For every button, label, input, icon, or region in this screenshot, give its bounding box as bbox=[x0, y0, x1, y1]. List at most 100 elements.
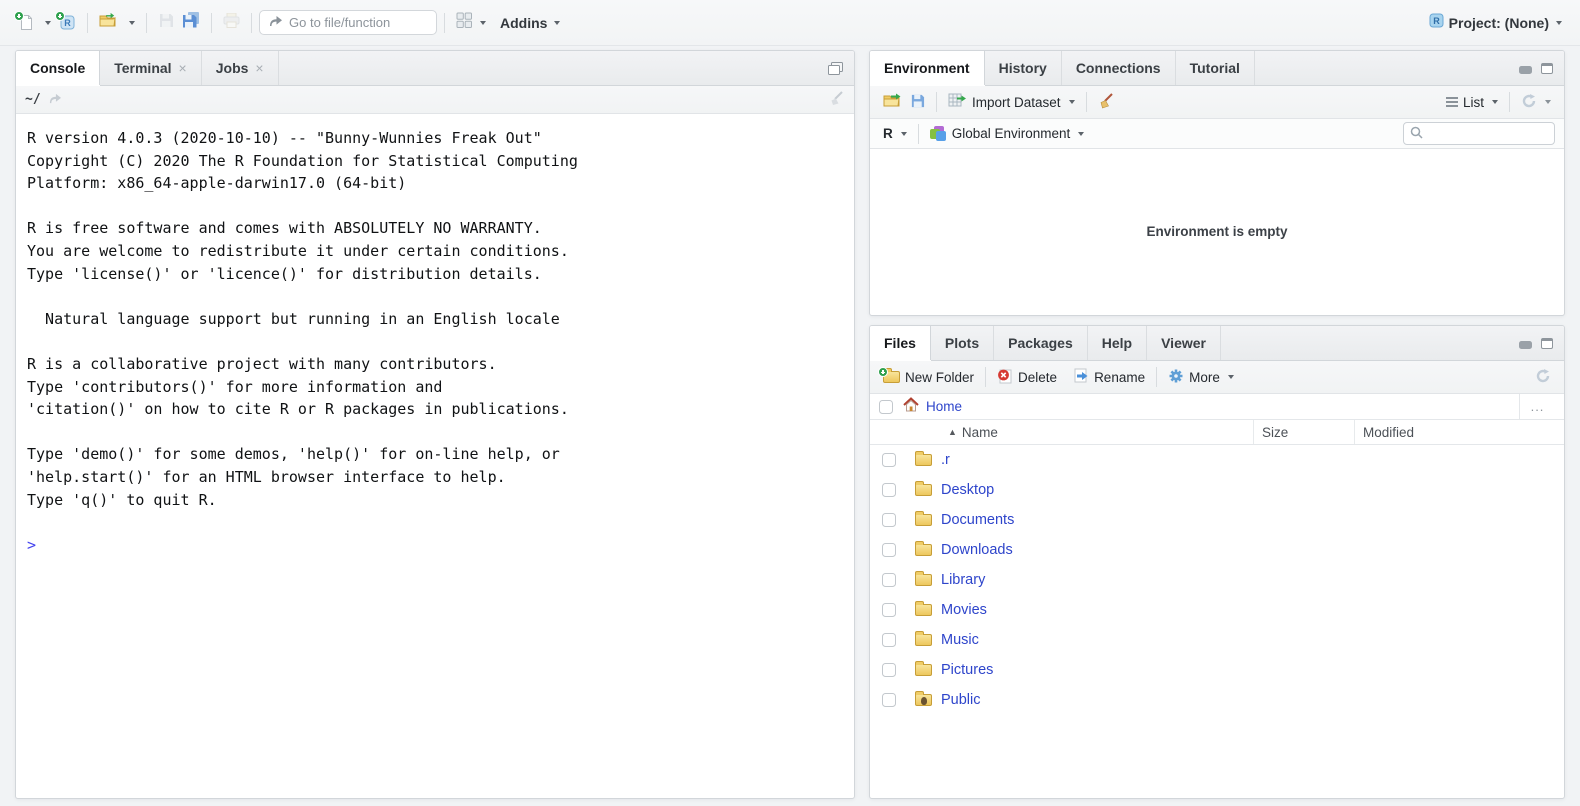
home-breadcrumb-link[interactable]: Home bbox=[926, 399, 962, 414]
delete-icon bbox=[997, 368, 1013, 387]
file-name-link[interactable]: Documents bbox=[941, 512, 1014, 528]
file-name-link[interactable]: Music bbox=[941, 632, 979, 648]
minimize-pane-icon[interactable] bbox=[1519, 66, 1532, 74]
select-all-checkbox[interactable] bbox=[879, 400, 893, 414]
row-checkbox[interactable] bbox=[882, 513, 896, 527]
project-label: Project: (None) bbox=[1449, 15, 1549, 31]
load-workspace-button[interactable] bbox=[879, 91, 906, 113]
tab-label: Plots bbox=[945, 335, 979, 351]
new-folder-button[interactable]: New Folder bbox=[879, 368, 978, 387]
project-menu-button[interactable]: R Project: (None) bbox=[1424, 8, 1566, 38]
tab-tutorial[interactable]: Tutorial bbox=[1176, 51, 1255, 85]
file-name-link[interactable]: Public bbox=[941, 692, 981, 708]
print-button[interactable] bbox=[219, 9, 244, 37]
list-view-button[interactable]: List bbox=[1442, 93, 1502, 112]
file-row: Desktop bbox=[870, 475, 1564, 505]
console-line: You are welcome to redistribute it under… bbox=[27, 240, 843, 263]
console-line: Type 'contributors()' for more informati… bbox=[27, 376, 843, 399]
search-icon bbox=[1410, 126, 1423, 142]
file-name-link[interactable]: Movies bbox=[941, 602, 987, 618]
row-checkbox[interactable] bbox=[882, 603, 896, 617]
tab-label: Environment bbox=[884, 60, 970, 76]
maximize-pane-icon[interactable] bbox=[1541, 63, 1553, 74]
language-label: R bbox=[883, 126, 893, 141]
rename-icon bbox=[1073, 368, 1089, 386]
set-directory-ellipsis-button[interactable]: ... bbox=[1519, 394, 1555, 419]
new-file-caret-button[interactable] bbox=[38, 17, 55, 29]
refresh-icon bbox=[1521, 93, 1537, 112]
tab-terminal[interactable]: Terminal × bbox=[100, 51, 202, 85]
tab-label: Files bbox=[884, 335, 916, 351]
refresh-files-button[interactable] bbox=[1531, 366, 1555, 389]
new-file-button[interactable] bbox=[14, 10, 38, 35]
tab-help[interactable]: Help bbox=[1088, 326, 1147, 360]
tab-connections[interactable]: Connections bbox=[1062, 51, 1176, 85]
row-checkbox[interactable] bbox=[882, 573, 896, 587]
environment-stack-icon bbox=[930, 126, 947, 141]
import-dataset-button[interactable]: Import Dataset bbox=[944, 91, 1079, 113]
tab-plots[interactable]: Plots bbox=[931, 326, 994, 360]
goto-directory-icon[interactable] bbox=[48, 92, 62, 107]
environment-search-input[interactable] bbox=[1428, 126, 1548, 141]
file-name-link[interactable]: Desktop bbox=[941, 482, 994, 498]
language-dropdown[interactable]: R bbox=[879, 124, 911, 143]
tab-viewer[interactable]: Viewer bbox=[1147, 326, 1221, 360]
files-pane: Files Plots Packages Help Viewer New Fol… bbox=[869, 325, 1565, 799]
row-checkbox[interactable] bbox=[882, 543, 896, 557]
minimize-pane-icon[interactable] bbox=[1519, 341, 1532, 349]
file-name-link[interactable]: Library bbox=[941, 572, 985, 588]
files-tabstrip: Files Plots Packages Help Viewer bbox=[870, 326, 1564, 361]
row-checkbox[interactable] bbox=[882, 633, 896, 647]
save-workspace-button[interactable] bbox=[906, 91, 929, 113]
new-project-button[interactable]: R bbox=[55, 10, 80, 35]
size-column-header[interactable]: Size bbox=[1253, 420, 1354, 444]
refresh-environment-button[interactable] bbox=[1517, 91, 1555, 114]
chevron-down-icon bbox=[1069, 100, 1075, 104]
more-button[interactable]: More bbox=[1164, 366, 1238, 389]
file-name-link[interactable]: Pictures bbox=[941, 662, 993, 678]
pane-layout-button[interactable] bbox=[452, 8, 490, 38]
folder-icon bbox=[915, 514, 932, 526]
folder-icon bbox=[915, 694, 932, 706]
tab-jobs[interactable]: Jobs × bbox=[202, 51, 279, 85]
open-file-button[interactable] bbox=[95, 9, 122, 37]
modified-column-header[interactable]: Modified bbox=[1354, 420, 1564, 444]
row-checkbox[interactable] bbox=[882, 453, 896, 467]
tab-files[interactable]: Files bbox=[870, 326, 931, 360]
save-all-button[interactable] bbox=[178, 8, 204, 37]
save-button[interactable] bbox=[154, 8, 178, 37]
delete-button[interactable]: Delete bbox=[993, 366, 1061, 389]
toolbar-separator bbox=[251, 13, 252, 33]
console-prompt: > bbox=[27, 534, 843, 557]
console-output[interactable]: R version 4.0.3 (2020-10-10) -- "Bunny-W… bbox=[16, 114, 854, 797]
tab-console[interactable]: Console bbox=[16, 51, 100, 85]
environment-search-box[interactable] bbox=[1403, 122, 1555, 145]
addins-button[interactable]: Addins bbox=[496, 11, 564, 35]
global-environment-dropdown[interactable]: Global Environment bbox=[926, 124, 1089, 143]
rename-button[interactable]: Rename bbox=[1069, 366, 1149, 388]
maximize-pane-icon[interactable] bbox=[1541, 338, 1553, 349]
delete-label: Delete bbox=[1018, 370, 1057, 385]
tab-history[interactable]: History bbox=[985, 51, 1062, 85]
row-checkbox[interactable] bbox=[882, 483, 896, 497]
close-icon[interactable]: × bbox=[255, 61, 263, 75]
console-line bbox=[27, 421, 843, 444]
name-column-label: Name bbox=[962, 425, 998, 440]
name-column-header[interactable]: ▲ Name bbox=[870, 420, 1253, 444]
files-header-row: ▲ Name Size Modified bbox=[870, 420, 1564, 445]
tab-packages[interactable]: Packages bbox=[994, 326, 1088, 360]
console-line: Platform: x86_64-apple-darwin17.0 (64-bi… bbox=[27, 172, 843, 195]
console-line: Type 'demo()' for some demos, 'help()' f… bbox=[27, 443, 843, 466]
row-checkbox[interactable] bbox=[882, 663, 896, 677]
clear-workspace-button[interactable] bbox=[1094, 91, 1119, 114]
row-checkbox[interactable] bbox=[882, 693, 896, 707]
file-name-link[interactable]: Downloads bbox=[941, 542, 1013, 558]
maximize-pane-icon[interactable] bbox=[828, 62, 843, 75]
open-file-caret-button[interactable] bbox=[122, 17, 139, 29]
close-icon[interactable]: × bbox=[179, 61, 187, 75]
clear-console-icon[interactable] bbox=[829, 91, 845, 109]
goto-file-box[interactable] bbox=[259, 10, 437, 35]
goto-file-input[interactable] bbox=[289, 15, 409, 30]
tab-environment[interactable]: Environment bbox=[870, 51, 985, 85]
file-name-link[interactable]: .r bbox=[941, 452, 950, 468]
